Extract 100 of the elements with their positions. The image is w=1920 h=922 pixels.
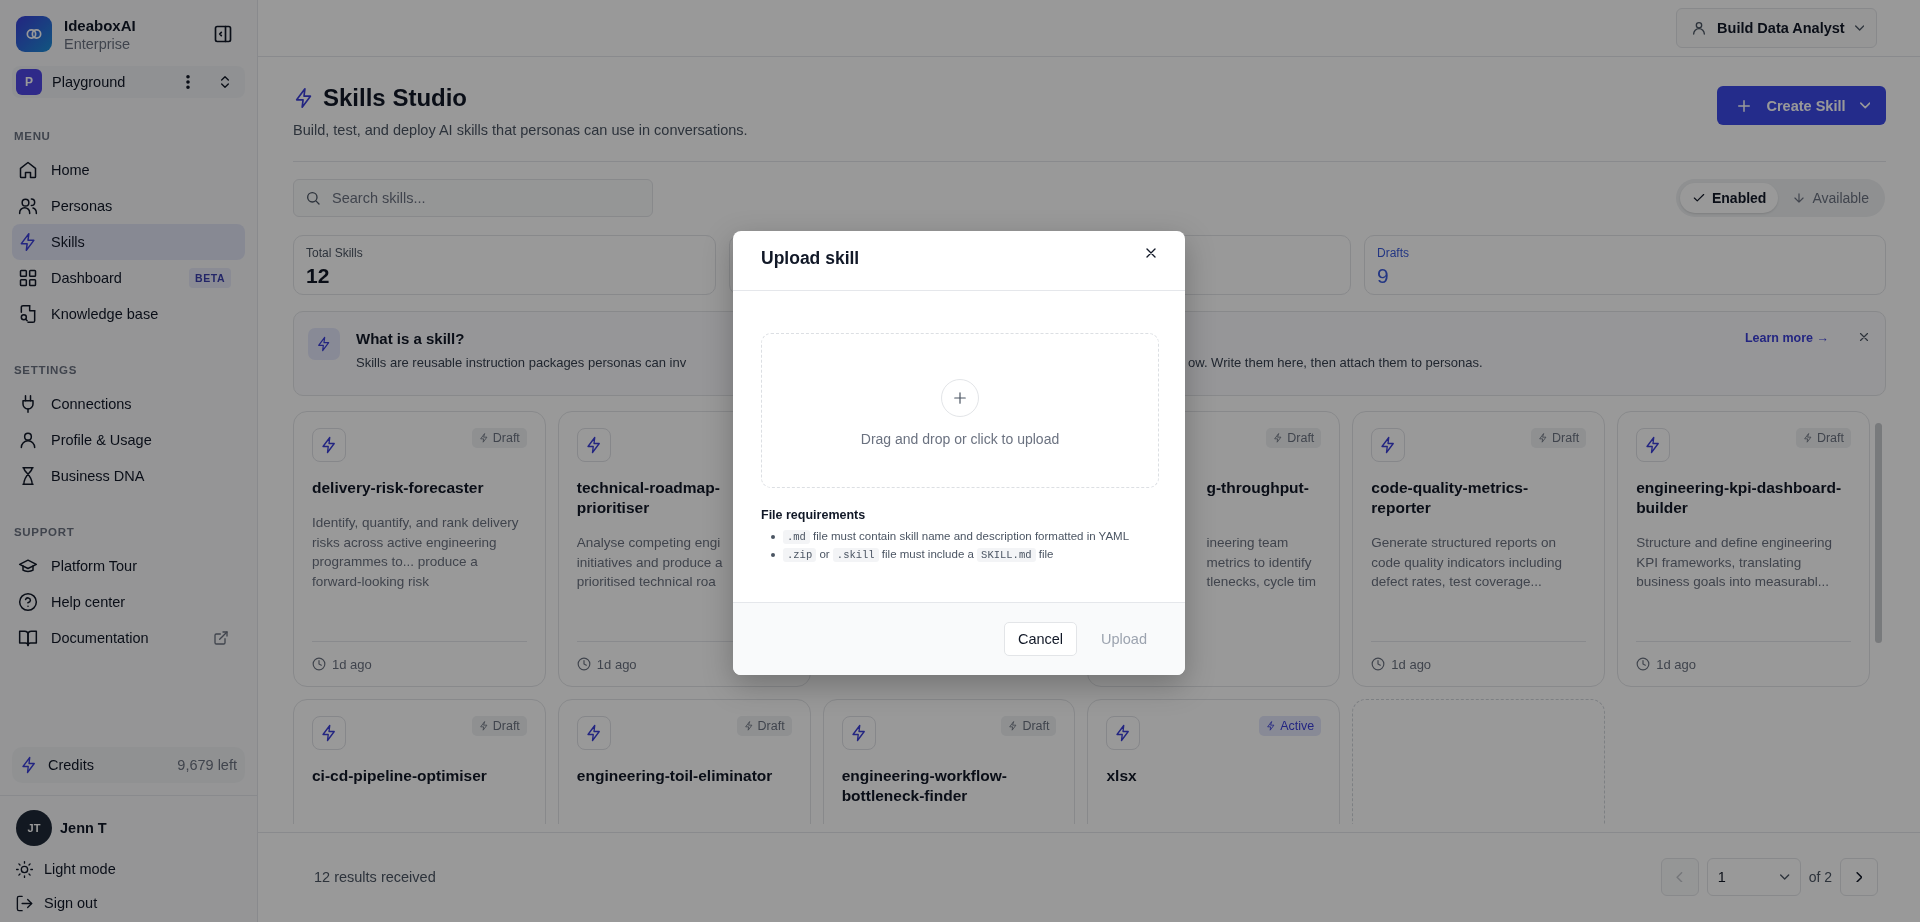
banner-text: ow. Write them here, then attach them to personas. — [1188, 355, 1483, 370]
person-icon — [18, 430, 38, 450]
credits-label: Credits — [48, 757, 94, 773]
chevron-down-icon — [1854, 25, 1864, 31]
status-badge: Draft — [1531, 428, 1587, 448]
page-title: Skills Studio — [323, 84, 468, 112]
stat-value: 9 — [1377, 264, 1390, 288]
sign-out-link[interactable]: Sign out — [12, 892, 245, 914]
lightning-icon — [849, 724, 868, 742]
lightning-icon — [1273, 433, 1284, 443]
brand-name: IdeaboxAI — [64, 16, 136, 34]
description-line: metrics to identify — [1206, 553, 1313, 572]
skill-title: engineering-toil-eliminator — [576, 766, 773, 786]
sun-icon — [15, 859, 34, 879]
skill-title: delivery-risk-forecaster — [312, 478, 484, 498]
status-badge: Draft — [1266, 428, 1322, 448]
brand-subtitle: Enterprise — [64, 35, 132, 52]
dropzone-text: Drag and drop or click to upload — [860, 430, 1060, 447]
persona-selector[interactable]: Build Data Analyst — [1676, 8, 1877, 48]
people-icon — [18, 196, 38, 216]
sidebar-item[interactable]: Business DNA — [12, 458, 245, 494]
chevron-down-icon — [1780, 874, 1790, 880]
dialog-title: Upload skill — [761, 248, 860, 269]
credits-value: 9,679 left — [177, 757, 237, 773]
lightning-icon — [1538, 433, 1549, 443]
workspace-avatar: P — [16, 69, 42, 95]
stat-label: Total Skills — [306, 246, 364, 260]
workspace-name: Playground — [52, 74, 126, 90]
skill-description: Structure and define engineering KPI frameworks, translating business goals into measurabl... — [1636, 534, 1834, 591]
description-line: initiatives and produce a — [576, 553, 724, 572]
lightning-icon — [478, 433, 489, 443]
banner-text: Skills are reusable instruction packages personas can inv — [356, 355, 688, 370]
chevron-right-icon — [1855, 871, 1863, 883]
lightning-icon — [584, 724, 603, 742]
sidebar-item[interactable]: Documentation — [12, 620, 245, 656]
section-heading: SETTINGS — [13, 364, 79, 376]
stat-label: Drafts — [1377, 246, 1410, 260]
beta-badge: BETA — [189, 268, 231, 288]
updated-time: 1d ago — [1656, 656, 1696, 672]
close-icon — [1857, 330, 1871, 344]
skill-title: code-quality-metrics-reporter — [1371, 478, 1530, 518]
lightning-icon — [320, 724, 338, 742]
status-badge: Draft — [471, 428, 527, 448]
lightning-icon — [1266, 721, 1277, 731]
requirement-item: .md file must contain skill name and description formatted in YAML — [771, 530, 1159, 543]
updated-time: 1d ago — [1391, 656, 1432, 672]
lightning-icon — [1008, 721, 1019, 731]
skill-title: technical-roadmap-prioritiser — [576, 478, 721, 518]
lightning-icon — [20, 756, 38, 774]
skill-title: xlsx — [1106, 766, 1137, 786]
home-icon — [18, 160, 38, 180]
requirements-title: File requirements — [761, 508, 867, 522]
upload-dropzone[interactable]: Drag and drop or click to upload — [761, 333, 1159, 488]
person-icon — [1691, 20, 1708, 36]
sidebar-item[interactable]: Connections — [12, 386, 245, 422]
description-line: ineering team — [1206, 534, 1290, 552]
clock-icon — [312, 657, 326, 671]
updated-time: 1d ago — [596, 656, 637, 672]
skill-title: ci-cd-pipeline-optimiser — [312, 766, 487, 786]
close-banner-button[interactable] — [1857, 330, 1871, 344]
skill-description: Identify, quantify, and rank delivery risks across active engineering programmes to... produce a forward-looking risk — [312, 514, 520, 591]
workspace-selector[interactable]: P Playground — [12, 66, 245, 98]
grid-icon — [18, 268, 38, 288]
clock-icon — [1371, 657, 1386, 671]
search-icon — [305, 190, 321, 206]
lightning-icon — [316, 336, 332, 352]
description-line: Analyse competing engi — [576, 534, 722, 552]
sidebar-item[interactable]: Skills — [12, 224, 245, 260]
lightning-icon — [584, 436, 603, 454]
sidebar-item[interactable]: Knowledge base — [12, 296, 245, 332]
lightning-icon — [320, 436, 338, 454]
learn-more-link[interactable]: Learn more → — [1744, 331, 1829, 345]
theme-toggle[interactable]: Light mode — [12, 858, 245, 880]
sidebar-item[interactable]: Home — [12, 152, 245, 188]
page-select[interactable]: 1 — [1706, 858, 1801, 896]
user-name: Jenn T — [60, 820, 107, 836]
filter-tab[interactable]: Enabled — [1679, 183, 1779, 213]
chevron-down-icon — [1859, 102, 1870, 109]
lightning-icon — [18, 232, 38, 252]
search-field[interactable]: Search skills... — [293, 179, 653, 217]
skill-title: engineering-workflow-bottleneck-finder — [841, 766, 1008, 806]
sidebar-item[interactable]: Profile & Usage — [12, 422, 245, 458]
clock-icon — [1636, 657, 1651, 671]
page-subtitle: Build, test, and deploy AI skills that personas can use in conversations. — [293, 122, 748, 138]
collapse-sidebar-button[interactable] — [213, 24, 233, 44]
sidebar-item[interactable]: Platform Tour — [12, 548, 245, 584]
description-line: prioritised technical roa — [576, 573, 717, 591]
document-search-icon — [18, 304, 38, 324]
banner-title: What is a skill? — [356, 330, 466, 347]
cancel-button[interactable]: Cancel — [1003, 622, 1078, 656]
status-badge: Draft — [1795, 428, 1851, 448]
lightning-icon — [1802, 433, 1813, 443]
skill-description: Generate structured reports on code quality indicators including defect rates, test coverage... — [1371, 534, 1563, 591]
sidebar-item[interactable]: Personas — [12, 188, 245, 224]
create-skill-button[interactable]: Create Skill — [1716, 86, 1886, 125]
sidebar-item[interactable]: Help center — [12, 584, 245, 620]
sidebar-item[interactable]: Dashboard BETA — [12, 260, 245, 296]
skill-title: g-throughput- — [1205, 478, 1309, 498]
clock-icon — [576, 657, 591, 671]
help-icon — [18, 592, 38, 612]
